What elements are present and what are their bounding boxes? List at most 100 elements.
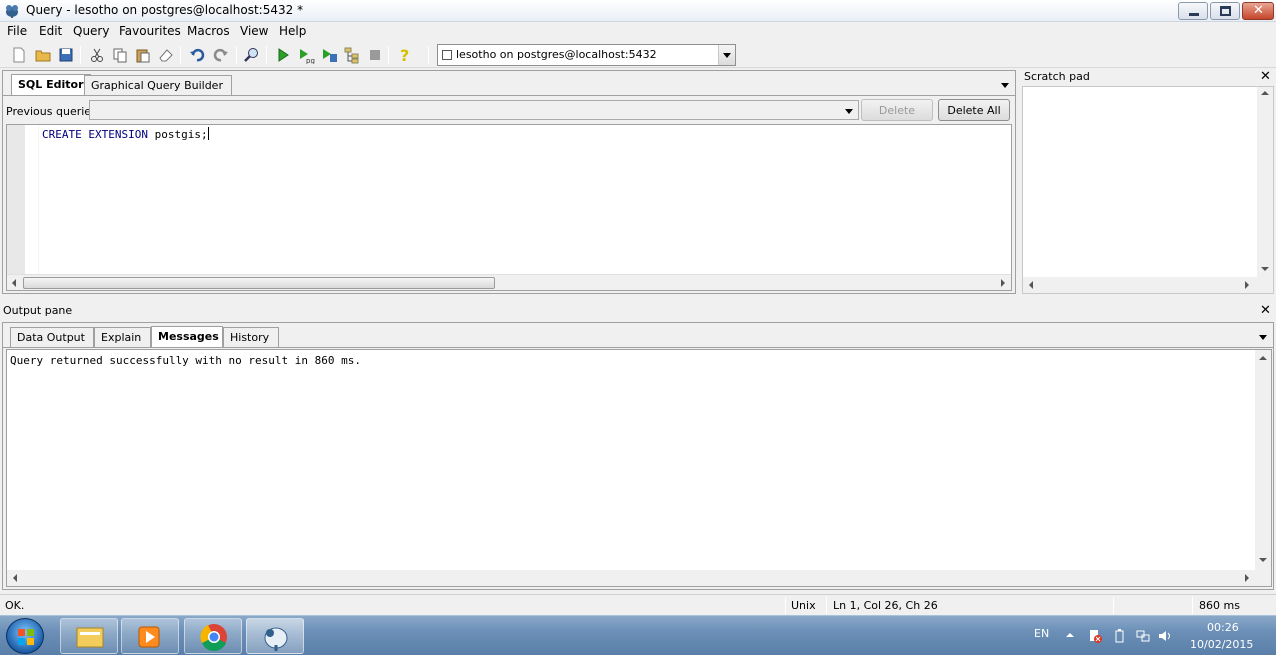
tab-explain[interactable]: Explain bbox=[94, 327, 151, 347]
menu-help[interactable]: Help bbox=[279, 24, 306, 38]
vertical-scrollbar[interactable] bbox=[1255, 350, 1271, 570]
menu-bar: File Edit Query Favourites Macros View H… bbox=[0, 22, 1276, 41]
vertical-scrollbar[interactable] bbox=[1257, 87, 1273, 277]
menu-file[interactable]: File bbox=[7, 24, 27, 38]
copy-icon[interactable] bbox=[111, 46, 129, 64]
battery-icon[interactable] bbox=[1112, 629, 1126, 643]
chrome-taskbar-button[interactable] bbox=[184, 618, 242, 654]
delete-button[interactable]: Delete bbox=[861, 99, 933, 121]
execute-to-file-icon[interactable] bbox=[320, 46, 338, 64]
menu-edit[interactable]: Edit bbox=[39, 24, 62, 38]
toolbar-separator bbox=[428, 46, 429, 64]
panel-menu-icon[interactable] bbox=[1259, 335, 1267, 340]
tab-messages[interactable]: Messages bbox=[151, 326, 223, 347]
status-bar: OK. Unix Ln 1, Col 26, Ch 26 860 ms bbox=[0, 594, 1276, 615]
scroll-left-icon[interactable] bbox=[13, 574, 17, 582]
new-file-icon[interactable] bbox=[10, 46, 28, 64]
horizontal-scrollbar[interactable] bbox=[1023, 277, 1273, 293]
language-indicator[interactable]: EN bbox=[1034, 627, 1049, 640]
horizontal-scrollbar[interactable] bbox=[7, 570, 1271, 586]
scroll-right-icon[interactable] bbox=[1245, 281, 1249, 289]
open-folder-icon[interactable] bbox=[34, 46, 52, 64]
scroll-up-icon[interactable] bbox=[1261, 91, 1269, 95]
cut-icon[interactable] bbox=[88, 46, 106, 64]
scroll-down-icon[interactable] bbox=[1259, 558, 1267, 562]
sql-keyword-extension: EXTENSION bbox=[88, 128, 148, 141]
scratch-pad-textarea[interactable] bbox=[1022, 86, 1274, 294]
previous-queries-select[interactable] bbox=[89, 100, 859, 120]
panel-menu-icon[interactable] bbox=[1001, 83, 1009, 88]
find-icon[interactable] bbox=[243, 46, 261, 64]
help-icon[interactable]: ? bbox=[396, 46, 414, 65]
show-hidden-icons-icon[interactable] bbox=[1066, 633, 1074, 637]
paste-icon[interactable] bbox=[134, 46, 152, 64]
execute-pgscript-icon[interactable]: pg bbox=[297, 46, 315, 65]
text-caret bbox=[207, 127, 209, 140]
cancel-query-icon[interactable] bbox=[366, 46, 384, 64]
clear-icon[interactable] bbox=[157, 46, 175, 64]
action-center-icon[interactable] bbox=[1088, 629, 1102, 643]
scroll-down-icon[interactable] bbox=[1261, 267, 1269, 271]
redo-icon[interactable] bbox=[212, 46, 230, 64]
messages-textarea[interactable]: Query returned successfully with no resu… bbox=[6, 349, 1272, 587]
line-endings-indicator: Unix bbox=[791, 599, 816, 612]
tab-data-output[interactable]: Data Output bbox=[10, 327, 94, 347]
delete-all-button[interactable]: Delete All bbox=[938, 99, 1010, 121]
sql-text-area[interactable]: CREATE EXTENSION postgis; bbox=[6, 124, 1012, 291]
sql-code[interactable]: CREATE EXTENSION postgis; bbox=[42, 127, 209, 141]
media-player-taskbar-button[interactable] bbox=[121, 618, 179, 654]
maximize-button[interactable] bbox=[1210, 2, 1240, 20]
status-separator bbox=[1192, 597, 1193, 614]
volume-icon[interactable] bbox=[1158, 629, 1172, 643]
media-player-icon bbox=[138, 626, 160, 648]
windows-explorer-taskbar-button[interactable] bbox=[60, 618, 118, 654]
scratch-pad-panel: Scratch pad ✕ bbox=[1020, 68, 1276, 296]
clock-time[interactable]: 00:26 bbox=[1207, 621, 1239, 634]
scroll-right-icon[interactable] bbox=[1245, 574, 1249, 582]
title-bar: Query - lesotho on postgres@localhost:54… bbox=[0, 0, 1276, 22]
chevron-down-icon[interactable] bbox=[841, 101, 858, 119]
connection-select[interactable]: lesotho on postgres@localhost:5432 bbox=[437, 44, 736, 66]
scrollbar-thumb[interactable] bbox=[23, 277, 495, 289]
menu-query[interactable]: Query bbox=[73, 24, 109, 38]
folder-icon bbox=[76, 627, 104, 648]
toolbar-separator bbox=[236, 46, 237, 64]
tab-divider bbox=[3, 347, 1273, 348]
menu-view[interactable]: View bbox=[240, 24, 268, 38]
scroll-right-icon[interactable] bbox=[1001, 279, 1005, 287]
window-title: Query - lesotho on postgres@localhost:54… bbox=[26, 3, 304, 17]
chevron-down-icon[interactable] bbox=[718, 45, 735, 65]
output-pane-header: Output pane ✕ bbox=[0, 302, 1276, 320]
windows-start-icon[interactable] bbox=[6, 618, 44, 654]
tab-history[interactable]: History bbox=[223, 327, 279, 347]
close-icon: ✕ bbox=[1253, 3, 1264, 18]
connection-label: lesotho on postgres@localhost:5432 bbox=[456, 48, 657, 61]
maximize-icon bbox=[1220, 6, 1231, 16]
tab-graphical-query-builder[interactable]: Graphical Query Builder bbox=[84, 75, 232, 95]
scroll-left-icon[interactable] bbox=[1029, 281, 1033, 289]
connection-checkbox[interactable] bbox=[442, 50, 452, 60]
minimize-icon bbox=[1189, 13, 1199, 16]
fold-margin bbox=[25, 125, 39, 275]
line-number-gutter bbox=[7, 125, 25, 275]
close-icon[interactable]: ✕ bbox=[1260, 304, 1271, 317]
pgadmin-taskbar-button[interactable] bbox=[246, 618, 304, 654]
execute-icon[interactable] bbox=[274, 46, 292, 64]
clock-date[interactable]: 10/02/2015 bbox=[1190, 638, 1253, 651]
menu-favourites[interactable]: Favourites bbox=[119, 24, 181, 38]
tab-sql-editor[interactable]: SQL Editor bbox=[11, 74, 91, 95]
menu-macros[interactable]: Macros bbox=[187, 24, 230, 38]
svg-text:?: ? bbox=[400, 46, 409, 64]
network-icon[interactable] bbox=[1136, 629, 1150, 643]
close-icon[interactable]: ✕ bbox=[1260, 70, 1271, 83]
toolbar-separator bbox=[180, 46, 181, 64]
scroll-up-icon[interactable] bbox=[1259, 356, 1267, 360]
pgadmin-elephant-icon bbox=[264, 627, 288, 651]
save-icon[interactable] bbox=[57, 46, 75, 64]
undo-icon[interactable] bbox=[188, 46, 206, 64]
minimize-button[interactable] bbox=[1178, 2, 1208, 20]
scroll-left-icon[interactable] bbox=[12, 279, 16, 287]
horizontal-scrollbar[interactable] bbox=[7, 274, 1011, 290]
close-window-button[interactable]: ✕ bbox=[1242, 2, 1274, 20]
explain-icon[interactable] bbox=[343, 46, 361, 64]
